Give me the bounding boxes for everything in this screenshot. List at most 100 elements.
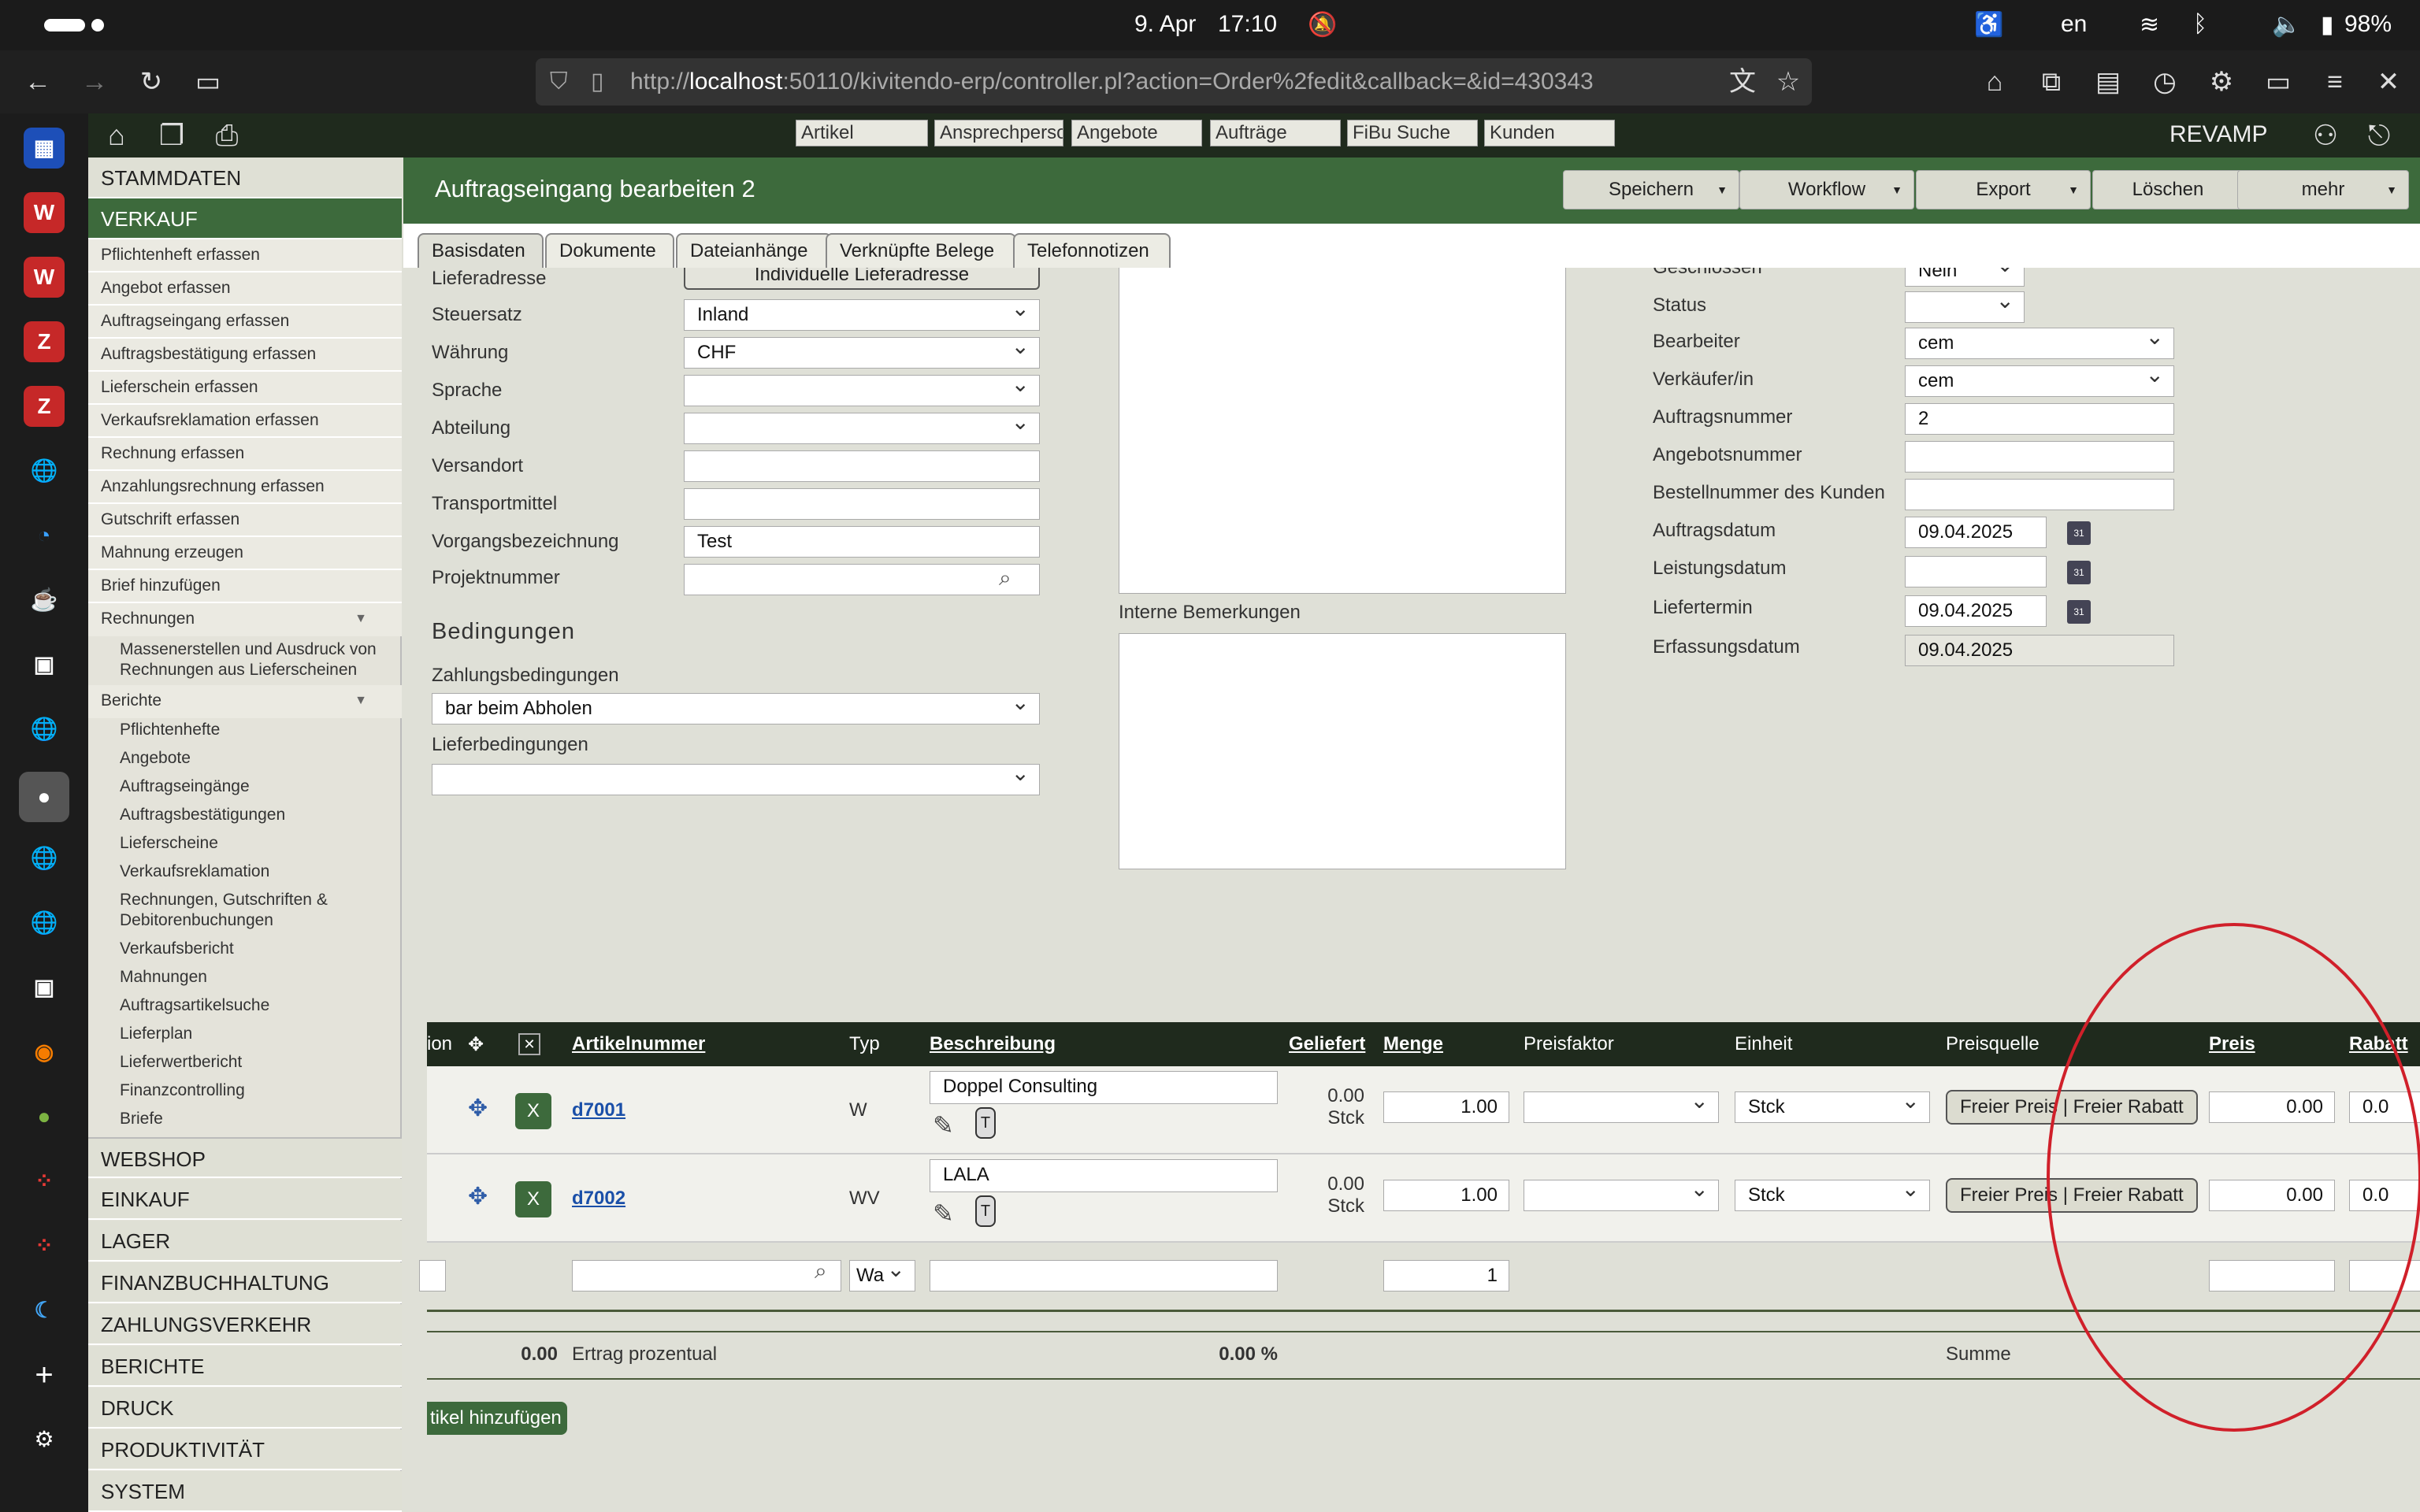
menu-zahlungsverkehr[interactable]: ZAHLUNGSVERKEHR [88,1304,402,1345]
quicksearch-ansprechperson[interactable]: Ansprechperso [934,120,1063,146]
projektnummer-input[interactable] [684,564,1040,595]
cup-app-icon[interactable]: ☕ [24,580,65,621]
status-select[interactable] [1905,291,2025,323]
leistungsdatum-input[interactable] [1905,556,2047,587]
browser-app-icon[interactable]: ◔ [24,515,65,556]
waehrung-select[interactable]: CHF [684,337,1040,369]
globe-3-icon[interactable]: 🌐 [24,838,65,879]
drag-handle-icon[interactable]: ✥ [468,1095,488,1122]
menu-item[interactable]: Verkaufsreklamation erfassen [88,405,402,438]
more-button[interactable]: mehr ▼ [2237,170,2409,209]
menu-item[interactable]: Lieferplan [120,1024,395,1044]
reader-icon[interactable]: ▭ [2259,63,2297,101]
menu-item[interactable]: Brief hinzufügen [88,570,402,603]
individuelle-lieferadresse-button[interactable]: Individuelle Lieferadresse [684,268,1040,290]
menu-finanzbuchhaltung[interactable]: FINANZBUCHHALTUNG [88,1262,402,1303]
interne-bemerkungen-textarea[interactable] [1119,633,1566,869]
menu-item[interactable]: Verkaufsbericht [120,939,395,959]
sidebar-toggle-icon[interactable]: ▭ [189,63,227,101]
menge-input[interactable]: 1.00 [1383,1091,1509,1123]
menu-item[interactable]: Auftragsbestätigungen [120,805,395,825]
quicksearch-angebote[interactable]: Angebote [1071,120,1202,146]
menu-item[interactable]: Lieferwertbericht [120,1052,395,1073]
beschreibung-input[interactable]: LALA [930,1159,1278,1192]
z-app-2-icon[interactable]: Z [24,386,65,427]
menu-item[interactable]: Angebote [120,748,395,769]
tab-dokumente[interactable]: Dokumente [545,233,674,269]
system-settings-icon[interactable]: ⚙ [24,1419,65,1460]
active-app-icon[interactable]: ● [19,772,69,822]
grid-app-2-icon[interactable]: ⁘ [24,1225,65,1266]
steuersatz-select[interactable]: Inland [684,299,1040,331]
menu-druck[interactable]: DRUCK [88,1388,402,1429]
menu-item[interactable]: Angebot erfassen [88,272,402,306]
add-app-icon[interactable]: + [24,1354,65,1395]
settings-gear-icon[interactable]: ⚙ [2203,63,2240,101]
menu-item[interactable]: Briefe [120,1109,395,1129]
quicksearch-kunden[interactable]: Kunden [1484,120,1615,146]
search-icon[interactable]: ⌕ [999,565,1011,591]
new-pos-field[interactable] [419,1260,446,1292]
einheit-select[interactable]: Stck [1735,1180,1930,1211]
liefertermin-input[interactable]: 09.04.2025 [1905,595,2047,627]
firefox-icon[interactable]: ◉ [24,1032,65,1073]
translate-icon[interactable]: 文 [1724,63,1761,101]
tab-dateianhaenge[interactable]: Dateianhänge [676,233,832,269]
menu-item[interactable]: Auftragsartikelsuche [120,995,395,1016]
calendar-icon[interactable]: 31 [2067,600,2091,624]
bestellnummer-input[interactable] [1905,479,2174,510]
col-menge[interactable]: Menge [1383,1033,1443,1055]
menu-stammdaten[interactable]: STAMMDATEN [88,158,402,198]
artikel-link[interactable]: d7002 [572,1188,625,1210]
back-icon[interactable]: ← [19,63,57,101]
close-icon[interactable]: ✕ [2370,63,2407,101]
auftragsdatum-input[interactable]: 09.04.2025 [1905,517,2047,548]
search-icon[interactable]: ⌕ [815,1258,827,1284]
new-typ-select[interactable]: Wa [849,1260,915,1292]
chat-app-icon[interactable]: ▣ [24,644,65,685]
history-icon[interactable]: ◷ [2146,63,2184,101]
delete-row-button[interactable]: X [515,1093,551,1129]
edit-pencil-icon[interactable]: ✎ [933,1199,954,1228]
delete-all-icon[interactable]: ✕ [518,1033,540,1055]
versandort-input[interactable] [684,450,1040,482]
hamburger-menu-icon[interactable]: ≡ [2316,63,2354,101]
window-icon[interactable]: ❐ [154,118,189,153]
moon-app-icon[interactable]: ☾ [24,1290,65,1331]
export-button[interactable]: Export ▼ [1916,170,2091,209]
home-icon[interactable]: ⌂ [99,118,134,153]
col-geliefert[interactable]: Geliefert [1289,1033,1365,1055]
menu-item[interactable]: Lieferscheine [120,833,395,854]
preisfaktor-select[interactable] [1524,1091,1719,1123]
delete-row-button[interactable]: X [515,1181,551,1217]
reorder-icon[interactable]: ✥ [468,1033,484,1056]
tab-verknuepfte-belege[interactable]: Verknüpfte Belege [826,233,1016,269]
menge-input[interactable]: 1.00 [1383,1180,1509,1211]
grid-app-icon[interactable]: ⁘ [24,1161,65,1202]
menu-group-rechnungen[interactable]: Rechnungen ▼ [88,603,402,636]
logout-icon[interactable]: ⎋ [2362,118,2396,153]
geschlossen-select[interactable]: Nein [1905,268,2025,287]
new-beschreibung-input[interactable] [930,1260,1278,1292]
save-button[interactable]: Speichern ▼ [1563,170,1739,209]
w-app-2-icon[interactable]: W [24,257,65,298]
einheit-select[interactable]: Stck [1735,1091,1930,1123]
add-article-button[interactable]: tikel hinzufügen [427,1402,567,1435]
text-toggle-button[interactable]: T [975,1195,996,1227]
preisfaktor-select[interactable] [1524,1180,1719,1211]
text-toggle-button[interactable]: T [975,1107,996,1139]
tabs-icon[interactable]: ▤ [2089,63,2127,101]
artikel-link[interactable]: d7001 [572,1099,625,1121]
url-bar[interactable]: ⛉ ▯ http://localhost:50110/kivitendo-erp… [536,58,1812,106]
delete-button[interactable]: Löschen [2092,170,2244,209]
edit-pencil-icon[interactable]: ✎ [933,1110,954,1140]
verkaeufer-select[interactable]: cem [1905,365,2174,397]
beschreibung-input[interactable]: Doppel Consulting [930,1071,1278,1104]
calendar-icon[interactable]: 31 [2067,561,2091,584]
globe-icon[interactable]: 🌐 [24,450,65,491]
lieferbedingungen-select[interactable] [432,764,1040,795]
w-app-icon[interactable]: W [24,192,65,233]
menu-item[interactable]: Rechnungen, Gutschriften & Debitorenbuch… [120,890,395,931]
bearbeiter-select[interactable]: cem [1905,328,2174,359]
menu-einkauf[interactable]: EINKAUF [88,1179,402,1220]
